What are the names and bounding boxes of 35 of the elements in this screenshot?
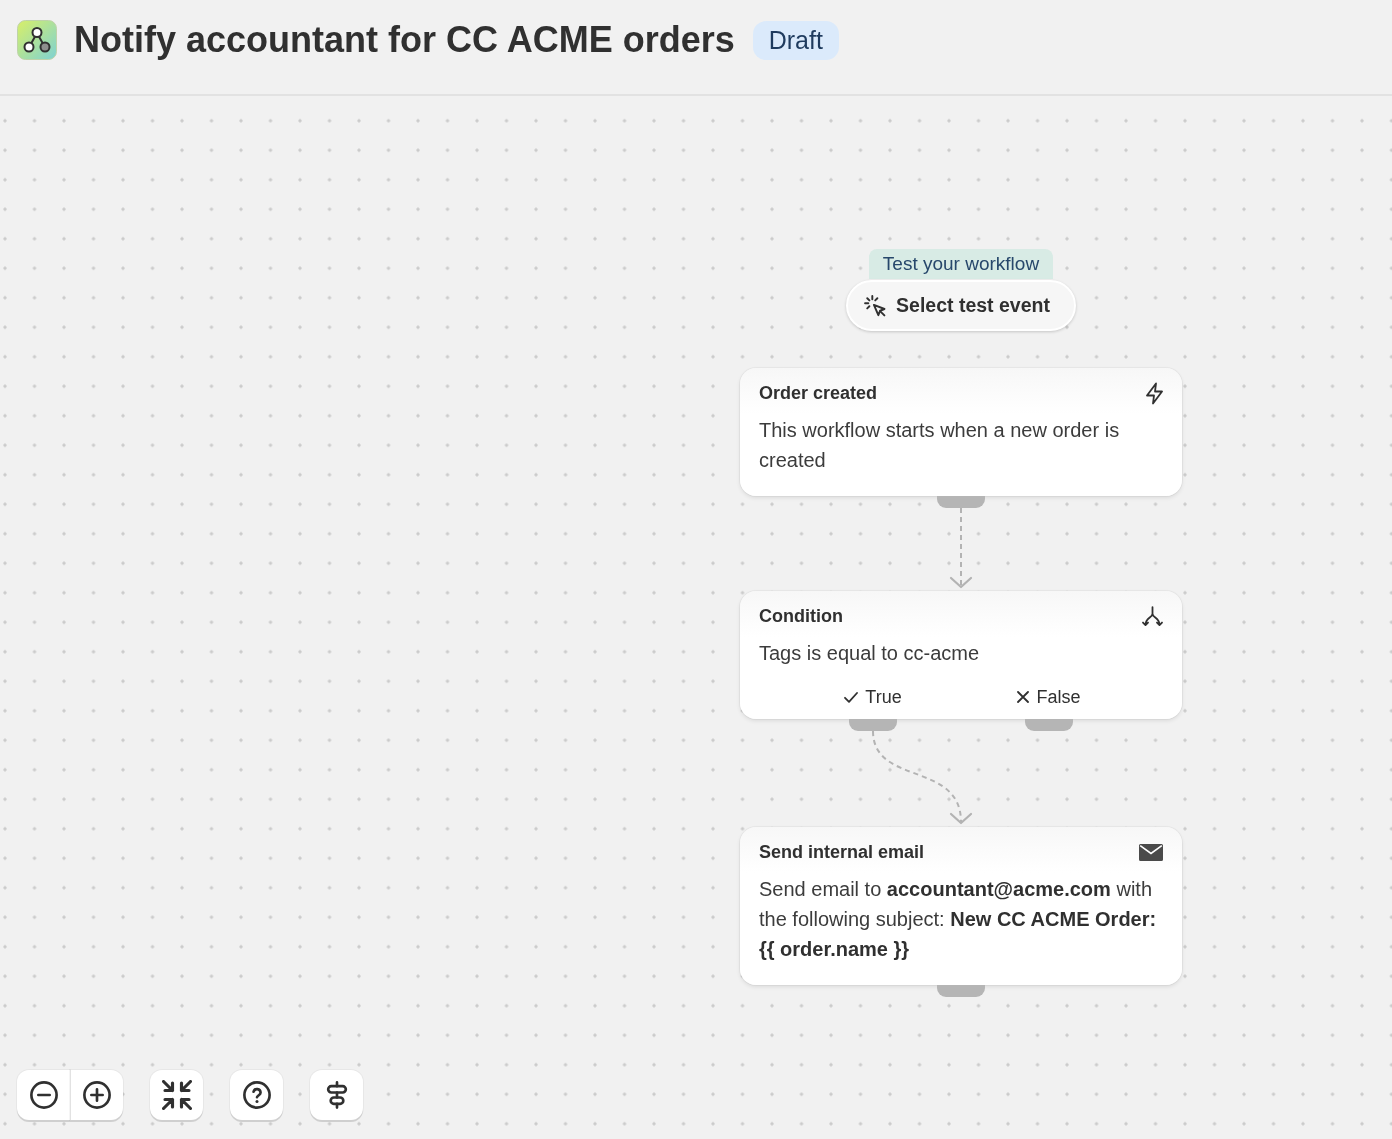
workflow-title: Notify accountant for CC ACME orders: [74, 18, 735, 62]
node-title: Condition: [759, 605, 843, 628]
help-button[interactable]: [230, 1070, 283, 1120]
connector-handle[interactable]: [937, 985, 985, 997]
cursor-click-icon: [864, 294, 887, 317]
node-description: This workflow starts when a new order is created: [759, 418, 1121, 473]
workflow-node-card[interactable]: Condition Tags is equal to cc-acme True False: [740, 591, 1182, 719]
arrows-inward-icon: [161, 1080, 192, 1110]
zoom-out-icon: [29, 1081, 58, 1109]
zoom-in-button[interactable]: [70, 1070, 123, 1120]
cross-icon: [1017, 691, 1030, 703]
test-workflow-label: Test your workflow: [868, 249, 1054, 279]
workflow-node-card[interactable]: Send internal email Send email to accountant@acme.com with the following subject: New CC ACME Order: {{ order.name }}: [740, 827, 1182, 985]
status-badge: Draft: [752, 20, 839, 60]
connector-handle[interactable]: [849, 719, 897, 731]
connector-handle[interactable]: [1025, 719, 1073, 731]
envelope-icon: [1139, 843, 1163, 861]
branch-label: True: [865, 686, 902, 709]
check-icon: [844, 691, 859, 703]
zoom-out-button[interactable]: [17, 1070, 70, 1120]
branch-icon: [1142, 605, 1163, 627]
branch-label: False: [1036, 686, 1081, 709]
workflow-node-card[interactable]: Order created This workflow starts when a new order is created: [740, 368, 1182, 496]
node-title: Order created: [759, 382, 878, 405]
zoom-in-icon: [83, 1081, 111, 1109]
fit-view-button[interactable]: [150, 1070, 203, 1120]
node-description: Send email to accountant@acme.com with the following subject: New CC ACME Order: {{ order.name }}: [759, 877, 1158, 962]
lightning-bolt-icon: [1146, 381, 1163, 405]
align-button[interactable]: [310, 1070, 363, 1120]
workflow-app-icon: [17, 20, 57, 60]
connector-handle[interactable]: [937, 496, 985, 508]
help-icon: [242, 1081, 271, 1109]
select-test-event-button[interactable]: Select test event: [846, 280, 1076, 331]
node-title: Send internal email: [759, 841, 925, 864]
node-description: Tags is equal to cc-acme: [759, 641, 981, 666]
